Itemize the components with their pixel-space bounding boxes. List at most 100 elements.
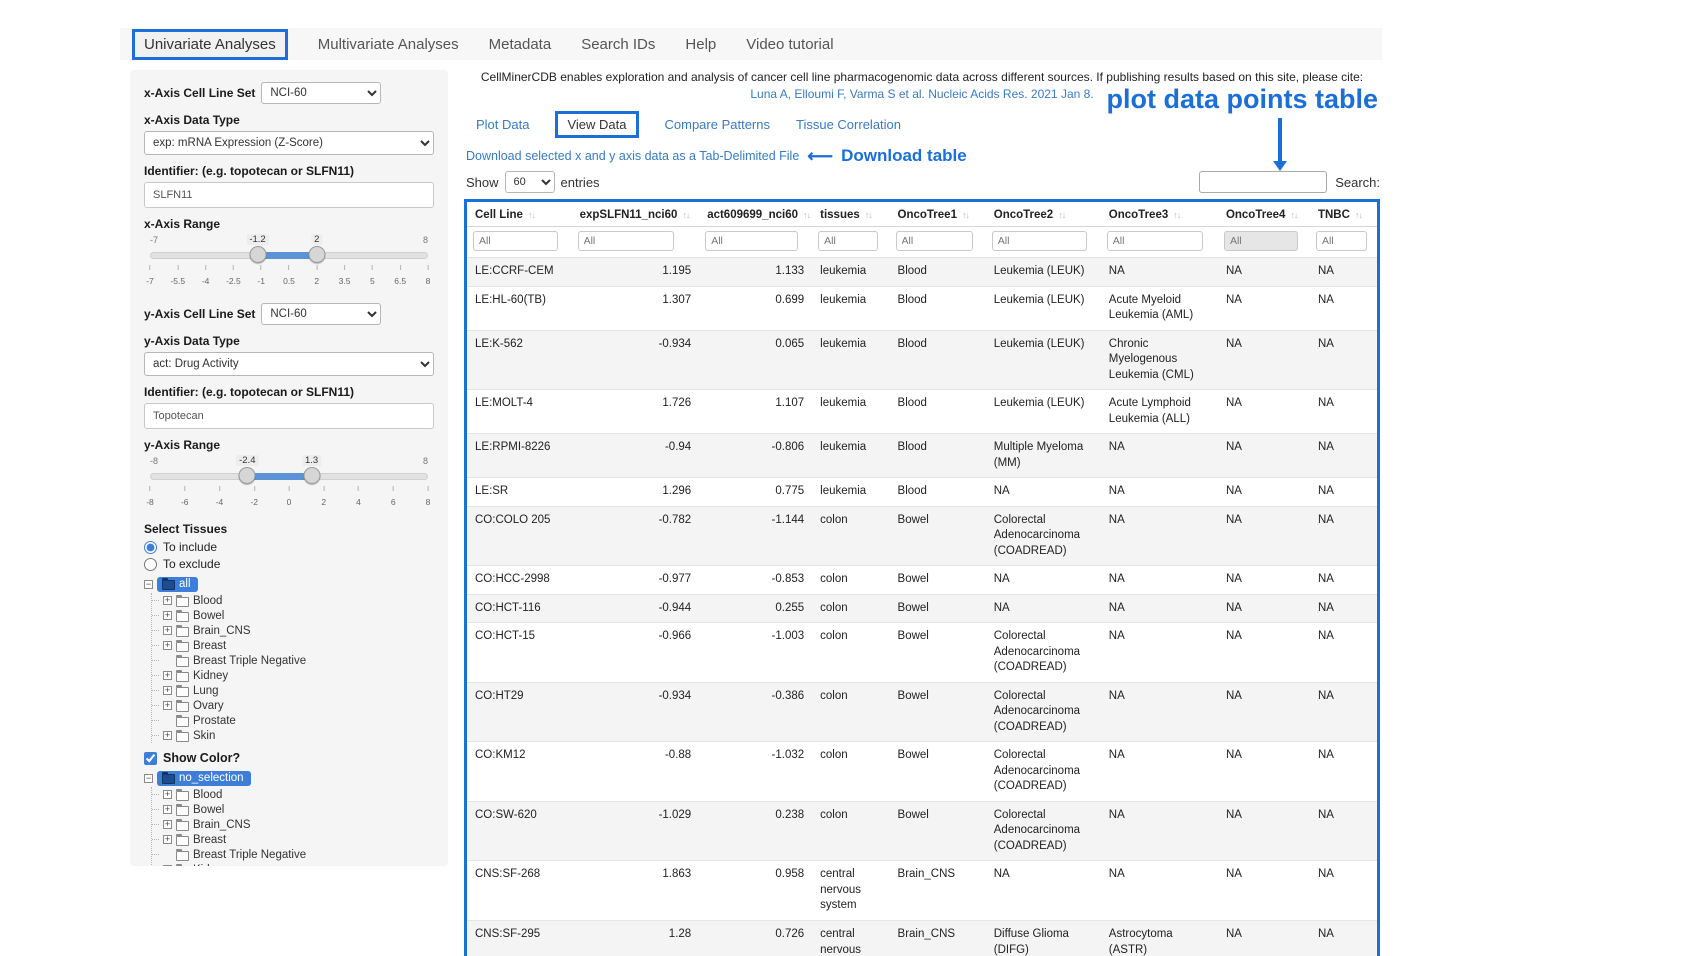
sort-icon[interactable]: ↑↓ [962, 210, 969, 220]
table-row[interactable]: CO:HCC-2998-0.977-0.853colonBowelNANANAN… [467, 566, 1377, 595]
y-range-slider[interactable]: -88-2.41.3-8-6-4-202468 [150, 456, 428, 508]
tree-item-brain-cns[interactable]: +Brain_CNS [162, 623, 434, 638]
sort-icon[interactable]: ↑↓ [528, 210, 535, 220]
tree-item-breast[interactable]: +Breast [162, 638, 434, 653]
tree-root-all[interactable]: all [157, 577, 198, 592]
table-row[interactable]: LE:CCRF-CEM1.1951.133leukemiaBloodLeukem… [467, 258, 1377, 287]
tree-expand-icon[interactable]: + [163, 641, 172, 650]
sort-icon[interactable]: ↑↓ [682, 210, 689, 220]
tree-item-breast[interactable]: +Breast [162, 832, 434, 847]
tab-compare-patterns[interactable]: Compare Patterns [665, 117, 771, 132]
tree-expand-icon[interactable]: + [163, 731, 172, 740]
column-filter-oncotree3[interactable] [1107, 231, 1203, 251]
download-link[interactable]: Download selected x and y axis data as a… [466, 149, 799, 163]
tab-view-data[interactable]: View Data [555, 111, 638, 138]
slider-handle-low[interactable] [239, 467, 256, 484]
table-row[interactable]: LE:HL-60(TB)1.3070.699leukemiaBloodLeuke… [467, 286, 1377, 330]
tree-expand-icon[interactable]: + [163, 686, 172, 695]
tree-expand-icon[interactable]: + [163, 820, 172, 829]
tree-item-prostate[interactable]: Prostate [162, 713, 434, 728]
tree-item-breast-triple-negative[interactable]: Breast Triple Negative [162, 847, 434, 862]
tree-expand-icon[interactable]: + [163, 805, 172, 814]
tree-expand-icon[interactable]: + [163, 596, 172, 605]
y-data-type-select[interactable]: act: Drug Activity [144, 352, 434, 376]
x-identifier-input[interactable] [144, 182, 434, 208]
tree-expand-icon[interactable]: + [163, 865, 172, 866]
tree-expand-icon[interactable]: + [163, 611, 172, 620]
column-header-oncotree1[interactable]: OncoTree1↑↓ [890, 202, 986, 227]
tree-item-lung[interactable]: +Lung [162, 683, 434, 698]
slider-handle-high[interactable] [308, 246, 325, 263]
tree-item-kidney[interactable]: +Kidney [162, 862, 434, 866]
sort-icon[interactable]: ↑↓ [803, 210, 810, 220]
slider-handle-high[interactable] [303, 467, 320, 484]
tree-root-no-selection[interactable]: no_selection [157, 771, 251, 786]
nav-item-univariate-analyses[interactable]: Univariate Analyses [132, 29, 288, 60]
y-identifier-input[interactable] [144, 403, 434, 429]
slider-handle-low[interactable] [249, 246, 266, 263]
entries-select[interactable]: 60 [505, 171, 555, 193]
tab-tissue-correlation[interactable]: Tissue Correlation [796, 117, 901, 132]
column-header-oncotree4[interactable]: OncoTree4↑↓ [1218, 202, 1310, 227]
column-filter-act609699-nci60[interactable] [705, 231, 798, 251]
sort-icon[interactable]: ↑↓ [1290, 210, 1297, 220]
nav-item-search-ids[interactable]: Search IDs [581, 36, 655, 53]
table-row[interactable]: LE:RPMI-8226-0.94-0.806leukemiaBloodMult… [467, 434, 1377, 478]
nav-item-multivariate-analyses[interactable]: Multivariate Analyses [318, 36, 459, 53]
tree-expand-icon[interactable]: + [163, 701, 172, 710]
nav-item-help[interactable]: Help [685, 36, 716, 53]
column-filter-expslfn11-nci60[interactable] [578, 231, 674, 251]
tree-item-blood[interactable]: +Blood [162, 593, 434, 608]
table-row[interactable]: CNS:SF-2951.280.726central nervous syste… [467, 920, 1377, 956]
table-row[interactable]: CO:KM12-0.88-1.032colonBowelColorectal A… [467, 742, 1377, 802]
column-filter-cell-line[interactable] [473, 231, 558, 251]
radio-exclude[interactable] [144, 558, 157, 571]
sort-icon[interactable]: ↑↓ [865, 210, 872, 220]
column-header-oncotree3[interactable]: OncoTree3↑↓ [1101, 202, 1218, 227]
column-filter-oncotree4[interactable] [1224, 231, 1298, 251]
table-row[interactable]: CO:HT29-0.934-0.386colonBowelColorectal … [467, 682, 1377, 742]
tree-item-bowel[interactable]: +Bowel [162, 608, 434, 623]
tree-expand-icon[interactable]: + [163, 835, 172, 844]
tree-item-skin[interactable]: +Skin [162, 728, 434, 743]
column-filter-oncotree2[interactable] [992, 231, 1087, 251]
table-row[interactable]: LE:K-562-0.9340.065leukemiaBloodLeukemia… [467, 330, 1377, 390]
tree-expand-icon[interactable]: + [163, 626, 172, 635]
column-header-tissues[interactable]: tissues↑↓ [812, 202, 889, 227]
column-header-cell-line[interactable]: Cell Line↑↓ [467, 202, 572, 227]
tree-collapse-icon[interactable]: − [144, 774, 153, 783]
tree-item-brain-cns[interactable]: +Brain_CNS [162, 817, 434, 832]
table-row[interactable]: CO:COLO 205-0.782-1.144colonBowelColorec… [467, 506, 1377, 566]
tree-item-kidney[interactable]: +Kidney [162, 668, 434, 683]
tab-plot-data[interactable]: Plot Data [476, 117, 529, 132]
radio-include[interactable] [144, 541, 157, 554]
column-filter-oncotree1[interactable] [896, 231, 973, 251]
sort-icon[interactable]: ↑↓ [1355, 210, 1362, 220]
table-row[interactable]: CO:SW-620-1.0290.238colonBowelColorectal… [467, 801, 1377, 861]
column-header-tnbc[interactable]: TNBC↑↓ [1310, 202, 1377, 227]
nav-item-video-tutorial[interactable]: Video tutorial [746, 36, 833, 53]
tree-item-blood[interactable]: +Blood [162, 787, 434, 802]
table-row[interactable]: LE:SR1.2960.775leukemiaBloodNANANANA [467, 478, 1377, 507]
sort-icon[interactable]: ↑↓ [1173, 210, 1180, 220]
tree-expand-icon[interactable]: + [163, 671, 172, 680]
column-header-act609699-nci60[interactable]: act609699_nci60↑↓ [699, 202, 812, 227]
table-row[interactable]: LE:MOLT-41.7261.107leukemiaBloodLeukemia… [467, 390, 1377, 434]
column-header-oncotree2[interactable]: OncoTree2↑↓ [986, 202, 1101, 227]
x-range-slider[interactable]: -78-1.22-7-5.5-4-2.5-10.523.556.58 [150, 235, 428, 287]
x-cell-line-set-select[interactable]: NCI-60 [261, 82, 381, 104]
search-input[interactable] [1199, 171, 1327, 193]
y-cell-line-set-select[interactable]: NCI-60 [261, 303, 381, 325]
show-color-checkbox[interactable] [144, 752, 157, 765]
table-row[interactable]: CNS:SF-2681.8630.958central nervous syst… [467, 861, 1377, 921]
table-row[interactable]: CO:HCT-116-0.9440.255colonBowelNANANANA [467, 594, 1377, 623]
column-filter-tnbc[interactable] [1316, 231, 1367, 251]
radio-row-exclude[interactable]: To exclude [144, 557, 434, 571]
tree-collapse-icon[interactable]: − [144, 580, 153, 589]
nav-item-metadata[interactable]: Metadata [489, 36, 552, 53]
column-header-expslfn11-nci60[interactable]: expSLFN11_nci60↑↓ [572, 202, 700, 227]
sort-icon[interactable]: ↑↓ [1058, 210, 1065, 220]
column-filter-tissues[interactable] [818, 231, 878, 251]
radio-row-include[interactable]: To include [144, 540, 434, 554]
table-row[interactable]: CO:HCT-15-0.966-1.003colonBowelColorecta… [467, 623, 1377, 683]
